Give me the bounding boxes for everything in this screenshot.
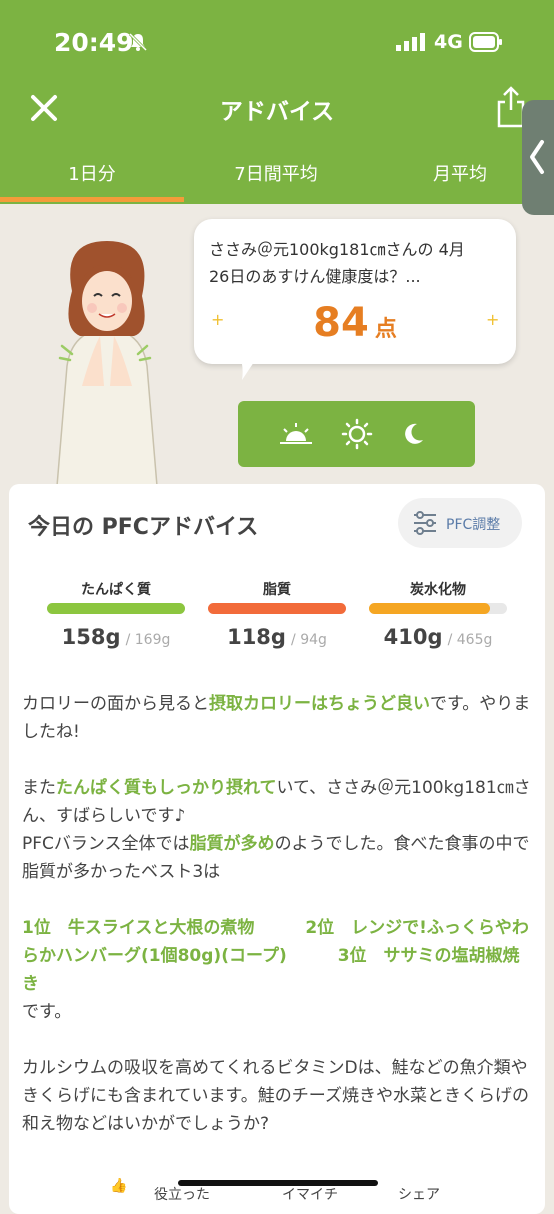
advice-text-segment: また — [22, 778, 56, 798]
nutrient-fat-label: 脂質 — [263, 582, 291, 598]
advice-paragraph: またたんぱく質もしっかり摂れていて、ささみ＠元100kg181㎝さん、すばらしい… — [22, 774, 534, 886]
health-score-question: ささみ＠元100kg181㎝さんの 4月 26日のあすけん健康度は？... — [209, 236, 504, 290]
nutrient-protein-label: たんぱく質 — [81, 582, 151, 598]
advice-paragraph: 1位 牛スライスと大根の煮物 2位 レンジで!ふっくらやわらかハンバーグ(1個8… — [22, 914, 534, 1026]
advice-highlight: 摂取カロリーはちょうど良い — [209, 694, 430, 714]
bell-muted-icon — [128, 32, 148, 52]
nutrient-carb-label: 炭水化物 — [410, 582, 466, 598]
home-indicator — [178, 1180, 378, 1186]
fat-progress-fill — [208, 603, 346, 614]
helpful-label[interactable]: 役立った — [154, 1184, 210, 1204]
advice-paragraph: カロリーの面から見ると摂取カロリーはちょうど良いです。やりましたね! — [22, 690, 534, 746]
tab-daily[interactable]: 1日分 — [0, 160, 184, 186]
share-label[interactable]: シェア — [398, 1184, 440, 1204]
meal-time-selector — [238, 401, 475, 467]
score-unit: 点 — [374, 317, 397, 342]
advisor-character-illustration — [56, 241, 158, 486]
protein-amount: 158g / 169g — [41, 625, 191, 649]
sun-icon[interactable] — [341, 418, 373, 450]
moon-icon[interactable] — [400, 421, 426, 447]
side-drawer-handle[interactable] — [522, 100, 554, 215]
carb-amount: 410g / 465g — [363, 625, 513, 649]
protein-progress-fill — [47, 603, 185, 614]
advice-highlight: 脂質が多め — [189, 834, 275, 854]
carb-value: 410g — [383, 625, 443, 649]
bubble-line-2: 26日のあすけん健康度は？... — [209, 267, 421, 286]
fat-progress-bar — [208, 603, 346, 614]
sparkle-icon: + — [486, 310, 500, 329]
advice-text-segment: カロリーの面から見ると — [22, 694, 209, 714]
health-score: 84 点 — [194, 300, 516, 346]
fat-value: 118g — [227, 625, 286, 649]
carb-progress-bar — [369, 603, 507, 614]
advice-highlight: 1位 牛スライスと大根の煮物 2位 レンジで!ふっくらやわらかハンバーグ(1個8… — [22, 918, 529, 994]
battery-icon — [469, 32, 502, 52]
protein-value: 158g — [61, 625, 121, 649]
thumbs-up-icon[interactable]: 👍 — [110, 1178, 127, 1194]
active-tab-indicator — [0, 197, 184, 202]
score-value: 84 — [313, 300, 369, 346]
sliders-icon — [414, 511, 436, 535]
network-type: 4G — [434, 31, 463, 53]
page-title: アドバイス — [219, 99, 335, 125]
protein-target: / 169g — [125, 632, 171, 648]
tab-7day-average[interactable]: 7日間平均 — [184, 160, 368, 186]
advice-paragraph: カルシウムの吸収を高めてくれるビタミンDは、鮭などの魚介類やきくらげにも含まれて… — [22, 1058, 529, 1134]
bubble-tail — [240, 356, 258, 380]
status-time: 20:49 — [54, 28, 134, 57]
advice-text-segment: PFCバランス全体では — [22, 834, 190, 854]
protein-progress-bar — [47, 603, 185, 614]
carb-target: / 465g — [447, 632, 493, 648]
bubble-line-1: ささみ＠元100kg181㎝さんの 4月 — [209, 240, 465, 259]
fat-amount: 118g / 94g — [202, 625, 352, 649]
advice-text: カロリーの面から見ると摂取カロリーはちょうど良いです。やりましたね! またたんぱ… — [22, 690, 534, 1138]
fat-target: / 94g — [291, 632, 327, 648]
chevron-left-icon — [530, 140, 544, 174]
meh-label[interactable]: イマイチ — [282, 1184, 338, 1204]
carb-progress-fill — [369, 603, 491, 614]
signal-icon — [396, 33, 425, 51]
advice-text-segment: です。 — [22, 1002, 72, 1022]
pfc-adjust-label: PFC調整 — [446, 517, 501, 533]
pfc-card-title: 今日の PFCアドバイス — [28, 515, 259, 540]
sunrise-icon[interactable] — [278, 421, 314, 447]
sparkle-icon: + — [211, 310, 225, 329]
advice-highlight: たんぱく質もしっかり摂れて — [56, 778, 277, 798]
